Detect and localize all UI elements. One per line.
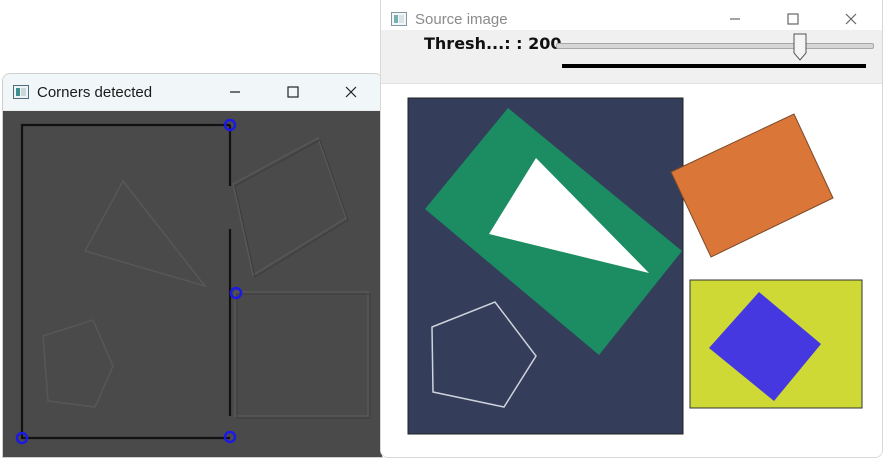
corners-image-canvas xyxy=(3,111,382,457)
maximize-icon xyxy=(787,13,799,25)
source-image-window[interactable]: Source image Thresh...: : 200 xyxy=(380,0,883,458)
corners-window-title: Corners detected xyxy=(37,83,153,101)
source-image-canvas xyxy=(381,84,882,457)
source-window-title: Source image xyxy=(415,10,508,28)
threshold-value-bar xyxy=(562,64,866,68)
threshold-trackbar: Thresh...: : 200 xyxy=(381,30,882,84)
minimize-icon xyxy=(730,18,740,20)
threshold-slider-groove[interactable] xyxy=(556,43,874,49)
maximize-button[interactable] xyxy=(270,74,316,110)
minimize-icon xyxy=(230,91,240,93)
threshold-label: Thresh...: : 200 xyxy=(424,34,562,53)
app-window-icon xyxy=(391,12,407,26)
corners-window-titlebar[interactable]: Corners detected xyxy=(3,74,382,110)
maximize-icon xyxy=(287,86,299,98)
corners-detected-window[interactable]: Corners detected xyxy=(2,73,383,458)
minimize-button[interactable] xyxy=(212,74,258,110)
close-button[interactable] xyxy=(328,74,374,110)
close-icon xyxy=(345,86,357,98)
threshold-slider-thumb[interactable] xyxy=(793,33,807,61)
app-window-icon xyxy=(13,85,29,99)
orange-rectangle xyxy=(670,113,834,258)
close-icon xyxy=(845,13,857,25)
